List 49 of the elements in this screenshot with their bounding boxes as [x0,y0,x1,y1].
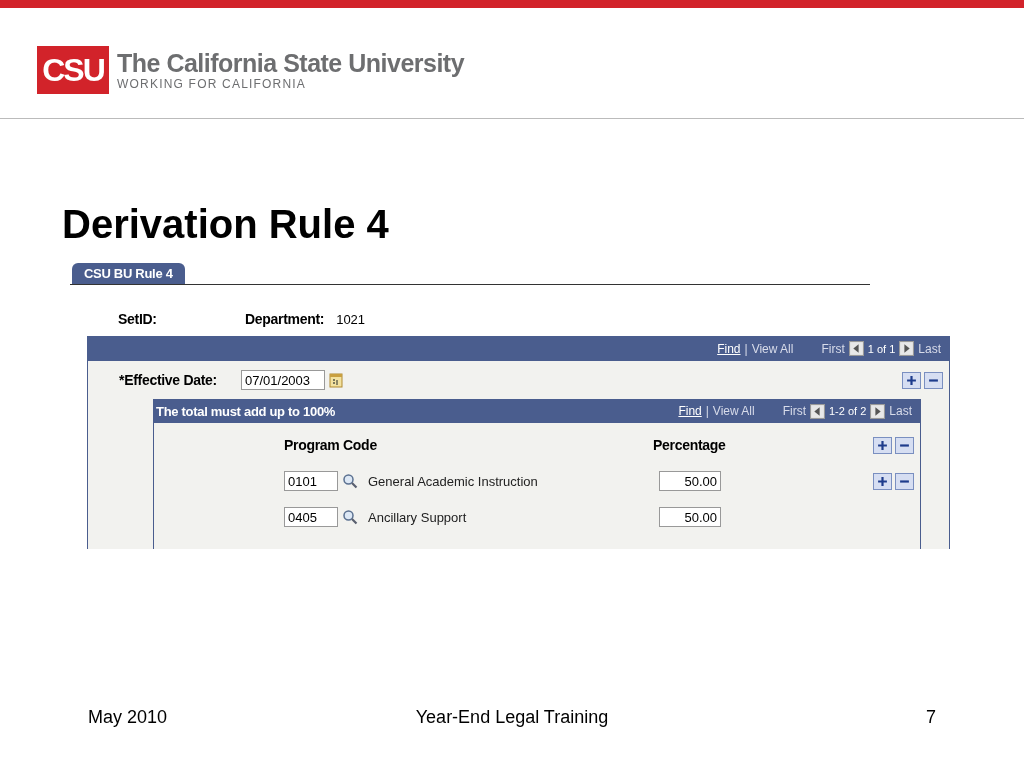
next-icon[interactable] [870,403,886,419]
program-code-field[interactable]: 0405 [284,507,338,527]
separator-text: | [705,404,709,418]
plus-icon [877,439,888,451]
find-link[interactable]: Find [717,341,741,356]
last-link[interactable]: Last [889,404,912,418]
delete-row-button[interactable] [895,436,914,454]
grid-title: The total must add up to 100% [156,403,336,419]
setid-label: SetID: [118,311,158,327]
logo-tagline: WORKING FOR CALIFORNIA [117,77,308,91]
row-counter: 1 of 1 [867,342,896,355]
percentage-field[interactable]: 50.00 [659,471,721,491]
plus-icon [906,374,917,386]
first-link[interactable]: First [782,404,806,418]
column-header: Percentage [653,437,727,453]
department-value: 1021 [336,312,366,327]
page-number: 7 [925,707,936,728]
footer-title: Year-End Legal Training [415,707,609,728]
search-icon[interactable] [342,509,358,525]
program-description: General Academic Instruction [368,473,539,489]
delete-row-button[interactable] [924,371,943,389]
footer-date: May 2010 [88,707,169,728]
add-row-button[interactable] [873,472,892,490]
add-row-button[interactable] [902,371,921,389]
program-code-field[interactable]: 0101 [284,471,338,491]
first-link[interactable]: First [821,341,845,356]
program-description: Ancillary Support [368,509,468,525]
view-all-link[interactable]: View All [751,341,794,356]
logo-name: The California State University [117,49,465,77]
find-link[interactable]: Find [678,404,702,418]
previous-icon[interactable] [810,403,825,419]
delete-row-button[interactable] [895,472,914,490]
plus-icon [877,475,888,487]
last-link[interactable]: Last [918,341,941,356]
slide-title: Derivation Rule 4 [62,201,390,247]
search-icon[interactable] [342,473,358,489]
add-row-button[interactable] [873,436,892,454]
page-tab[interactable]: CSU BU Rule 4 [72,263,185,284]
view-all-link[interactable]: View All [712,404,755,418]
calendar-icon[interactable] [329,372,343,388]
logo-mark: CSU [37,46,109,94]
row-counter: 1-2 of 2 [829,405,867,417]
previous-icon[interactable] [848,341,864,356]
next-icon[interactable] [899,341,915,356]
date-field[interactable]: 07/01/2003 [241,370,325,390]
department-label: Department: [245,311,325,327]
percentage-field[interactable]: 50.00 [659,507,721,527]
effective-date-label: *Effective Date: [119,372,218,388]
separator-text: | [744,341,748,356]
